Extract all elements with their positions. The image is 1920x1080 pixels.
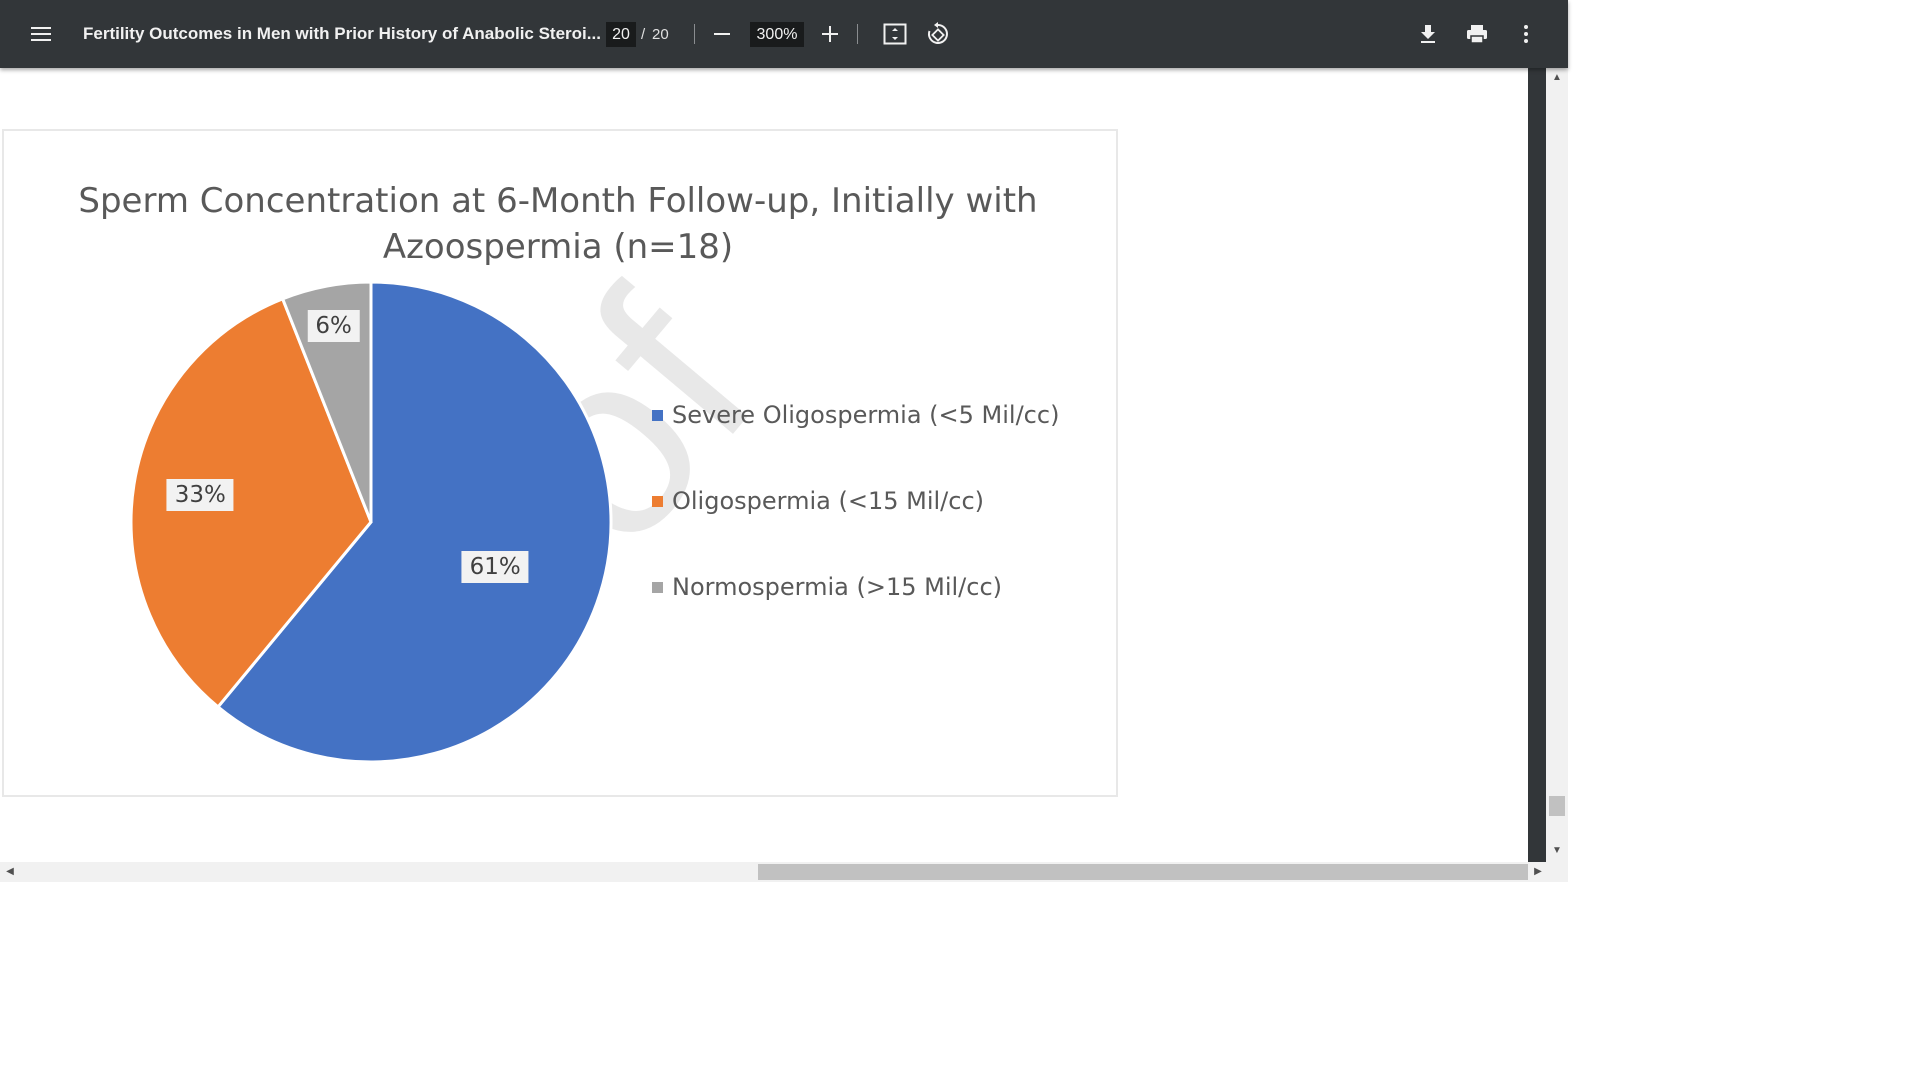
page-total: 20	[652, 25, 669, 43]
fit-to-page-icon[interactable]	[875, 0, 915, 68]
hamburger-menu-icon[interactable]	[21, 0, 61, 68]
legend-label: Severe Oligospermia (<5 Mil/cc)	[672, 401, 1060, 429]
scroll-left-arrow-icon[interactable]: ◀	[2, 866, 18, 877]
slice-data-label: 33%	[166, 478, 234, 511]
vertical-scrollbar[interactable]	[1546, 68, 1568, 862]
chart-title-line-1: Sperm Concentration at 6-Month Follow-up…	[78, 181, 1038, 221]
legend-swatch	[652, 409, 663, 421]
chart-title-line-2: Azoospermia (n=18)	[382, 227, 734, 267]
pdf-toolbar: Fertility Outcomes in Men with Prior His…	[0, 0, 1568, 68]
page-separator: /	[641, 25, 646, 43]
horizontal-scrollbar-thumb[interactable]	[758, 864, 1528, 880]
chart-title: Sperm Concentration at 6-Month Follow-up…	[0, 178, 1116, 270]
scroll-down-arrow-icon[interactable]: ▼	[1549, 845, 1565, 856]
legend-swatch	[652, 581, 663, 593]
document-title: Fertility Outcomes in Men with Prior His…	[83, 24, 601, 43]
scroll-right-arrow-icon[interactable]: ▶	[1530, 866, 1546, 877]
scroll-up-arrow-icon[interactable]: ▲	[1549, 72, 1565, 83]
legend-label: Oligospermia (<15 Mil/cc)	[672, 487, 984, 515]
more-vertical-icon[interactable]	[1506, 0, 1546, 68]
slice-data-label: 61%	[461, 550, 529, 583]
vertical-scrollbar-track	[1528, 68, 1546, 862]
slice-data-label: 6%	[307, 310, 360, 343]
legend-item: Oligospermia (<15 Mil/cc)	[652, 486, 984, 516]
minus-icon[interactable]	[702, 0, 742, 68]
page-number-input[interactable]	[606, 22, 636, 47]
legend-label: Normospermia (>15 Mil/cc)	[672, 573, 1002, 601]
plus-icon[interactable]	[810, 0, 850, 68]
vertical-scrollbar-thumb[interactable]	[1549, 796, 1565, 816]
toolbar-divider	[857, 24, 858, 44]
legend-swatch	[652, 495, 663, 507]
zoom-level-input[interactable]	[750, 22, 804, 47]
download-icon[interactable]	[1408, 0, 1448, 68]
rotate-icon[interactable]	[918, 0, 958, 68]
print-icon[interactable]	[1457, 0, 1497, 68]
legend-item: Normospermia (>15 Mil/cc)	[652, 572, 1002, 602]
legend-item: Severe Oligospermia (<5 Mil/cc)	[652, 400, 1059, 430]
toolbar-divider	[694, 24, 695, 44]
